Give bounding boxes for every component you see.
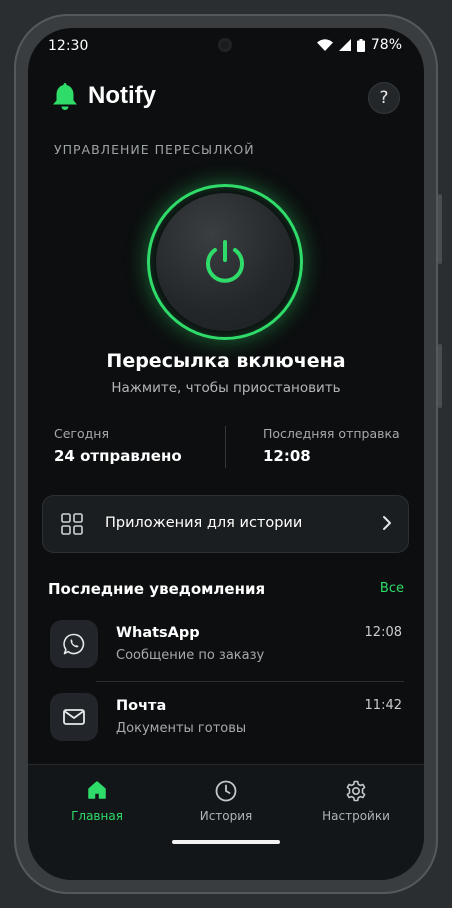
nav-item-home[interactable]: Главная <box>47 779 147 823</box>
notification-message: Документы готовы <box>116 721 247 736</box>
notification-time: 11:42 <box>364 698 402 713</box>
status-time: 12:30 <box>48 38 89 54</box>
clock-icon <box>215 780 237 802</box>
stat-today-label: Сегодня <box>54 426 109 441</box>
screen: 12:30 78% Notify ? УПРАВЛЕНИЕ ПЕРЕСЫЛКОЙ <box>28 28 424 880</box>
notification-app-name: WhatsApp <box>116 625 200 641</box>
forwarding-status-title: Пересылка включена <box>106 350 346 372</box>
wifi-icon <box>316 39 333 51</box>
history-apps-label: Приложения для истории <box>105 515 303 531</box>
grid-icon <box>61 513 83 535</box>
nav-label-settings: Настройки <box>322 809 390 823</box>
notification-app-icon <box>50 620 98 668</box>
chevron-right-icon <box>383 516 391 530</box>
bottom-navigation: Главная История Настройки <box>28 764 424 880</box>
list-divider <box>96 681 404 682</box>
battery-icon <box>356 38 365 52</box>
notification-time: 12:08 <box>364 625 402 640</box>
section-label: УПРАВЛЕНИЕ ПЕРЕСЫЛКОЙ <box>54 142 255 157</box>
nav-item-settings[interactable]: Настройки <box>306 779 406 823</box>
forwarding-status-hint: Нажмите, чтобы приостановить <box>111 380 341 396</box>
stats-divider <box>225 426 226 468</box>
help-button[interactable]: ? <box>368 82 400 114</box>
notification-item[interactable]: Почта Документы готовы 11:42 <box>48 693 404 753</box>
bell-icon <box>53 83 77 110</box>
stat-last-sent: Последняя отправка 12:08 <box>263 426 400 465</box>
mail-icon <box>63 709 85 725</box>
recent-notifications-title: Последние уведомления <box>48 580 266 598</box>
status-bar: 12:30 78% <box>28 28 424 68</box>
stat-last-value: 12:08 <box>263 447 311 465</box>
gear-icon <box>346 780 366 802</box>
power-toggle-button[interactable] <box>147 184 303 340</box>
app-title: Notify <box>88 82 156 109</box>
nav-item-history[interactable]: История <box>176 779 276 823</box>
home-indicator[interactable] <box>172 840 280 844</box>
power-button-face <box>156 193 294 331</box>
nav-label-history: История <box>199 809 253 823</box>
battery-percent: 78% <box>370 37 402 53</box>
front-camera <box>218 38 232 52</box>
power-icon <box>206 240 244 283</box>
notification-app-name: Почта <box>116 698 167 714</box>
home-icon <box>88 781 106 799</box>
volume-button <box>438 194 442 264</box>
notification-item[interactable]: WhatsApp Сообщение по заказу 12:08 <box>48 620 404 680</box>
notification-app-icon <box>50 693 98 741</box>
cellular-icon <box>338 39 351 51</box>
power-button <box>438 344 442 408</box>
stat-today-value: 24 отправлено <box>54 447 182 465</box>
stats-row: Сегодня 24 отправлено Последняя отправка… <box>54 426 404 474</box>
status-icons: 78% <box>316 37 402 53</box>
app-header: Notify ? <box>52 80 400 120</box>
notification-message: Сообщение по заказу <box>116 648 265 663</box>
nav-label-home: Главная <box>71 809 123 823</box>
stat-last-label: Последняя отправка <box>263 426 400 441</box>
whatsapp-icon <box>63 633 85 655</box>
view-all-link[interactable]: Все <box>380 581 404 596</box>
stat-today: Сегодня 24 отправлено <box>54 426 182 465</box>
history-apps-button[interactable]: Приложения для истории <box>42 495 409 553</box>
app-logo: Notify <box>52 82 156 110</box>
